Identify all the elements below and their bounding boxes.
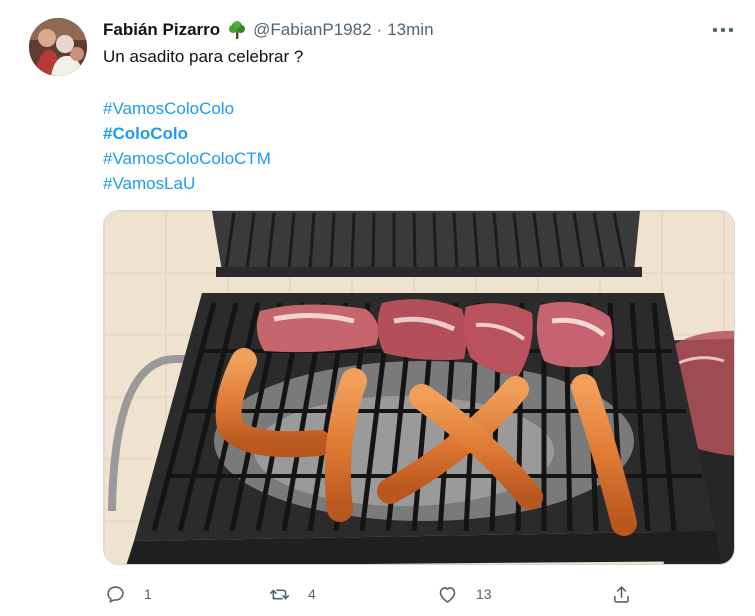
tree-icon bbox=[227, 20, 247, 40]
avatar[interactable] bbox=[29, 18, 87, 76]
user-handle[interactable]: @FabianP1982 bbox=[253, 20, 371, 40]
more-options-icon[interactable] bbox=[708, 18, 738, 42]
display-name[interactable]: Fabián Pizarro bbox=[103, 20, 220, 40]
hashtag-link[interactable]: #VamosLaU bbox=[103, 171, 271, 196]
timestamp[interactable]: 13min bbox=[387, 20, 433, 40]
hashtag-link[interactable]: #VamosColoColo bbox=[103, 96, 271, 121]
hashtag-list: #VamosColoColo #ColoColo #VamosColoColoC… bbox=[103, 96, 271, 196]
hashtag-link[interactable]: #VamosColoColoCTM bbox=[103, 146, 271, 171]
tweet: Fabián Pizarro @FabianP1982 · 13min Un a… bbox=[0, 0, 755, 616]
retweet-button[interactable]: 4 bbox=[269, 580, 316, 608]
separator-dot: · bbox=[376, 20, 383, 39]
reply-icon bbox=[107, 585, 124, 603]
like-count: 13 bbox=[476, 586, 492, 602]
tweet-photo[interactable] bbox=[103, 210, 735, 565]
tweet-header: Fabián Pizarro @FabianP1982 · 13min bbox=[103, 18, 434, 42]
heart-icon bbox=[439, 586, 456, 603]
like-button[interactable]: 13 bbox=[437, 580, 492, 608]
tweet-text: Un asadito para celebrar ? bbox=[103, 47, 304, 66]
hashtag-link[interactable]: #ColoColo bbox=[103, 121, 271, 146]
reply-button[interactable]: 1 bbox=[105, 580, 152, 608]
retweet-count: 4 bbox=[308, 586, 316, 602]
retweet-icon bbox=[269, 589, 290, 600]
tweet-actions: 1 4 13 bbox=[103, 580, 643, 608]
reply-count: 1 bbox=[144, 586, 152, 602]
share-button[interactable] bbox=[611, 580, 632, 608]
share-icon bbox=[614, 585, 629, 603]
